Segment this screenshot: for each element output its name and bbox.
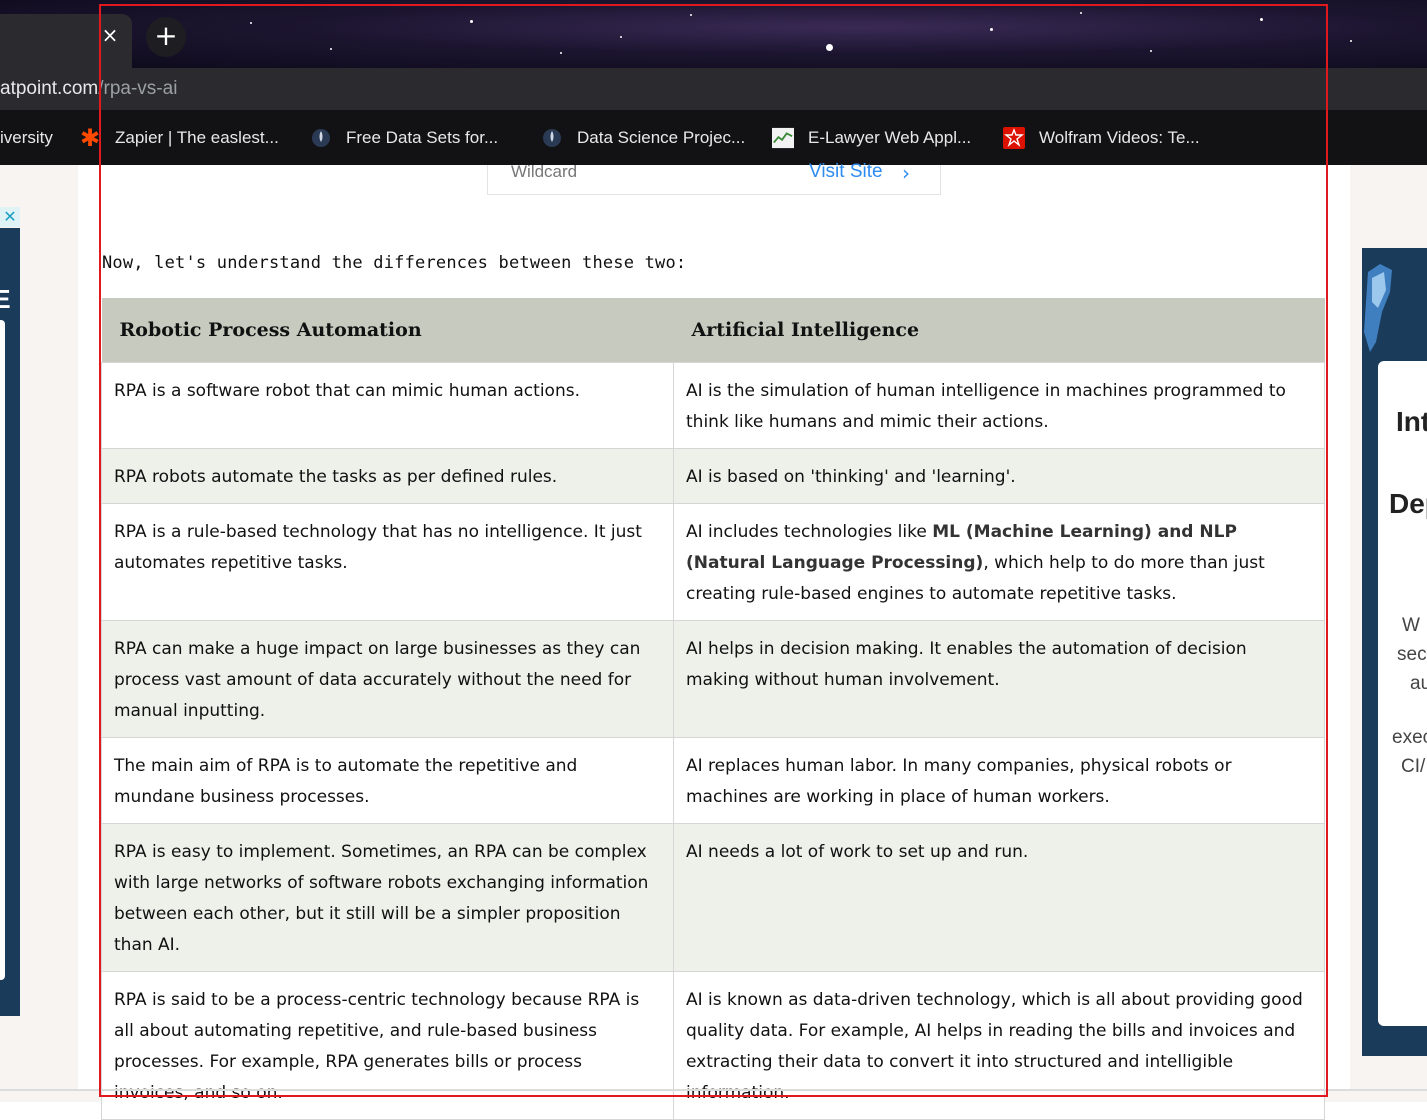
url-text[interactable]: atpoint.com/rpa-vs-ai — [0, 78, 177, 100]
ad-close-icon[interactable]: ✕ — [0, 207, 20, 227]
left-ad-text: IE — [0, 284, 11, 314]
right-ad-banner[interactable]: Int Dep W sec au exec CI/ — [1362, 248, 1427, 1056]
bookmark-label: Wolfram Videos: Te... — [1039, 128, 1200, 147]
cell-ai: AI helps in decision making. It enables … — [673, 619, 1325, 738]
bookmarks-bar: iversity ✱ Zapier | The easlest... Free … — [0, 110, 1427, 165]
page-viewport: ✕ IE Int Dep W sec au exec CI/ Wildcard … — [0, 161, 1427, 1120]
table-row: RPA is easy to implement. Sometimes, an … — [101, 822, 1325, 972]
table-row: RPA is a software robot that can mimic h… — [101, 361, 1325, 449]
rocket-icon — [541, 127, 563, 149]
intro-paragraph: Now, let's understand the differences be… — [102, 253, 687, 273]
cell-ai: AI is the simulation of human intelligen… — [673, 361, 1325, 449]
cell-rpa: RPA is a software robot that can mimic h… — [101, 361, 674, 449]
zapier-icon: ✱ — [79, 124, 101, 152]
bookmark-iversity[interactable]: iversity — [0, 125, 53, 151]
cell-rpa: RPA is said to be a process-centric tech… — [101, 970, 674, 1120]
cell-rpa: RPA is easy to implement. Sometimes, an … — [101, 822, 674, 972]
bookmark-label: iversity — [0, 128, 53, 147]
bookmark-data-science[interactable]: Data Science Projec... — [541, 125, 745, 151]
url-host: atpoint.com — [0, 78, 99, 99]
address-bar[interactable]: atpoint.com/rpa-vs-ai — [0, 68, 1427, 110]
cell-rpa: RPA is a rule-based technology that has … — [101, 502, 674, 621]
bookmark-label: Zapier | The easlest... — [115, 128, 279, 147]
cell-rpa: The main aim of RPA is to automate the r… — [101, 736, 674, 824]
bookmark-free-data-sets[interactable]: Free Data Sets for... — [310, 125, 498, 151]
table-row: RPA can make a huge impact on large busi… — [101, 619, 1325, 738]
cell-ai: AI needs a lot of work to set up and run… — [673, 822, 1325, 972]
sponsored-link-box[interactable]: Wildcard Visit Site › — [487, 161, 941, 195]
bookmark-zapier[interactable]: ✱ Zapier | The easlest... — [79, 124, 279, 152]
bookmark-label: E-Lawyer Web Appl... — [808, 128, 972, 147]
chart-thumbnail-icon — [772, 127, 794, 149]
right-ad-card: Int Dep W sec au exec CI/ — [1378, 361, 1427, 1026]
cell-ai: AI includes technologies like ML (Machin… — [673, 502, 1325, 621]
wolfram-icon — [1003, 127, 1025, 149]
table-header-row: Robotic Process Automation Artificial In… — [101, 298, 1325, 362]
mascot-icon — [1364, 264, 1392, 352]
new-tab-button[interactable]: + — [146, 17, 186, 57]
cell-ai-text: AI includes technologies like — [686, 521, 933, 542]
left-ad-banner[interactable]: IE — [0, 228, 20, 1016]
cell-rpa: RPA robots automate the tasks as per def… — [101, 447, 674, 504]
browser-chrome: × + atpoint.com/rpa-vs-ai iversity ✱ Zap… — [0, 0, 1427, 165]
visit-site-link[interactable]: Visit Site — [809, 161, 883, 183]
bookmark-label: Data Science Projec... — [577, 128, 746, 147]
header-ai: Artificial Intelligence — [673, 298, 1325, 362]
rocket-icon — [310, 127, 332, 149]
bookmark-wolfram[interactable]: Wolfram Videos: Te... — [1003, 125, 1200, 151]
table-row: RPA is said to be a process-centric tech… — [101, 970, 1325, 1120]
bookmark-e-lawyer[interactable]: E-Lawyer Web Appl... — [772, 125, 971, 151]
tab-close-icon[interactable]: × — [99, 24, 121, 46]
cell-ai: AI is known as data-driven technology, w… — [673, 970, 1325, 1120]
bookmark-label: Free Data Sets for... — [346, 128, 499, 147]
sponsor-label: Wildcard — [511, 162, 578, 181]
tab-strip: × + — [0, 0, 1427, 68]
cell-rpa: RPA can make a huge impact on large busi… — [101, 619, 674, 738]
table-row: RPA robots automate the tasks as per def… — [101, 447, 1325, 504]
comparison-table: Robotic Process Automation Artificial In… — [101, 298, 1325, 1120]
table-row: RPA is a rule-based technology that has … — [101, 502, 1325, 621]
cell-ai: AI is based on 'thinking' and 'learning'… — [673, 447, 1325, 504]
table-row: The main aim of RPA is to automate the r… — [101, 736, 1325, 824]
chevron-right-icon: › — [902, 161, 910, 185]
header-rpa: Robotic Process Automation — [101, 298, 674, 362]
cell-ai: AI replaces human labor. In many compani… — [673, 736, 1325, 824]
url-path: /rpa-vs-ai — [98, 78, 178, 99]
